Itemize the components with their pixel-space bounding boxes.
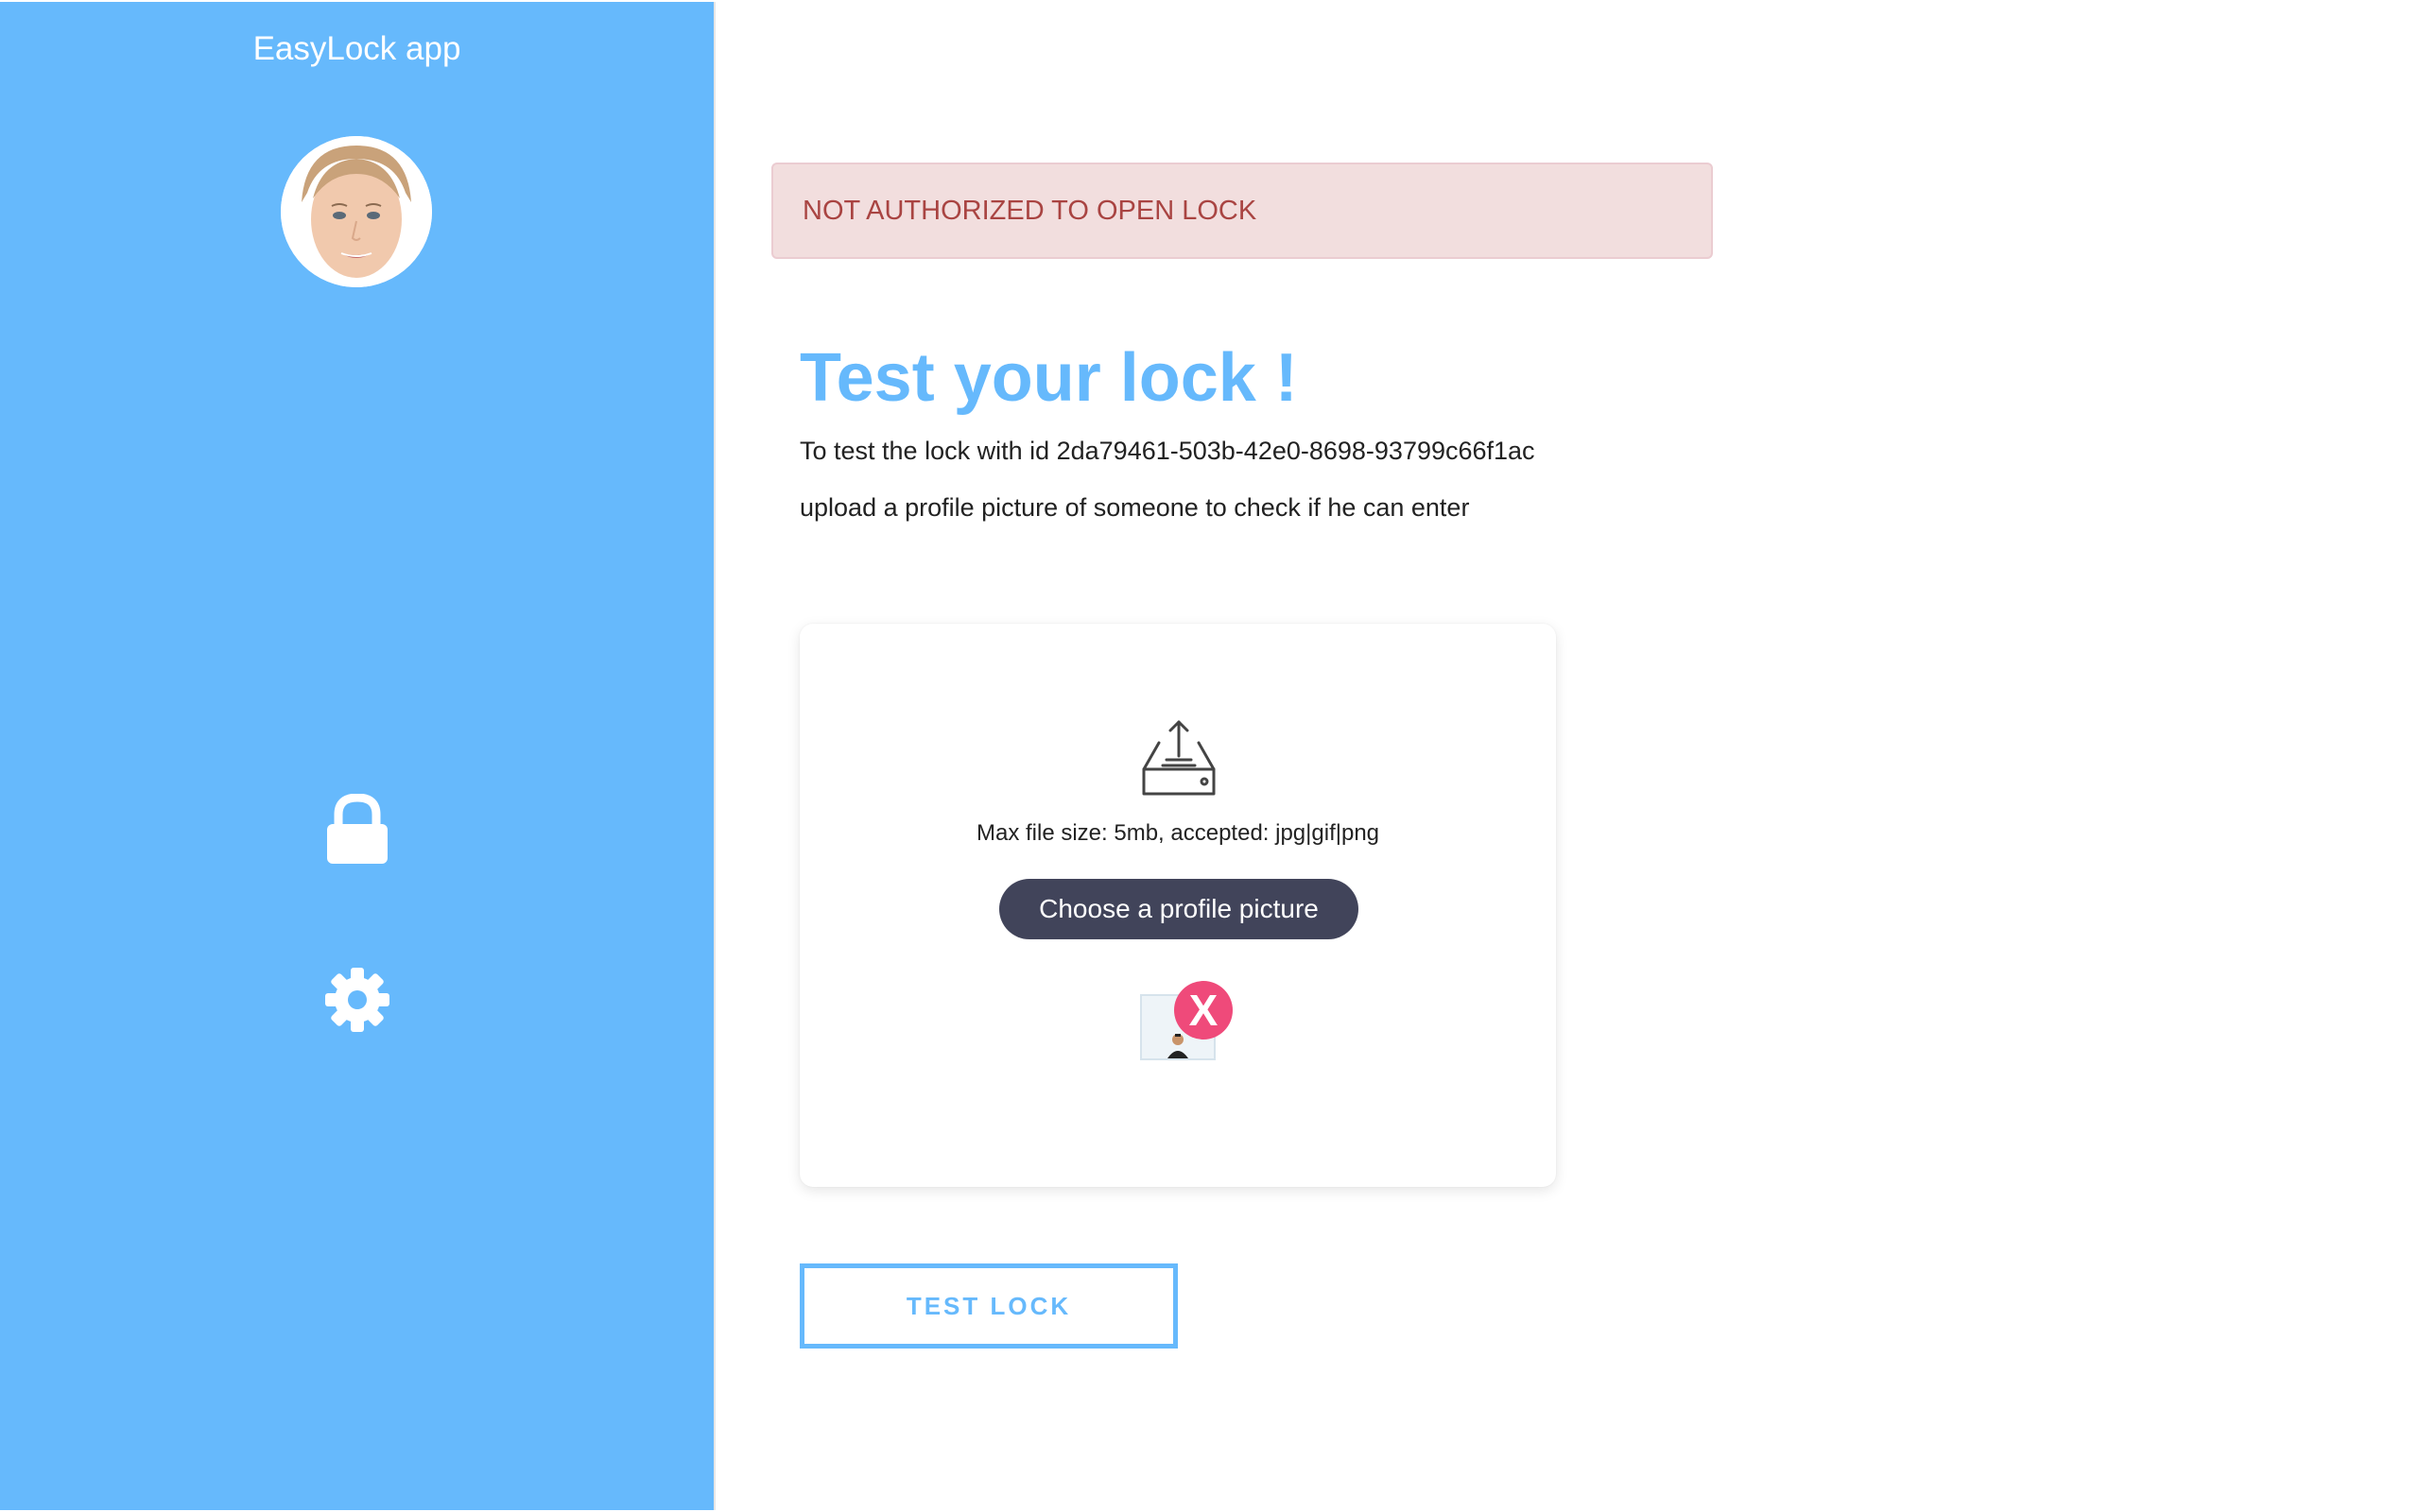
gear-icon[interactable]	[321, 964, 393, 1036]
file-requirements: Max file size: 5mb, accepted: jpg|gif|pn…	[976, 820, 1380, 846]
user-avatar-image	[281, 136, 432, 287]
page-title: Test your lock !	[800, 340, 1298, 416]
alert-message: NOT AUTHORIZED TO OPEN LOCK	[803, 195, 1257, 226]
remove-image-button[interactable]: X	[1174, 981, 1233, 1040]
lock-id-description: To test the lock with id 2da79461-503b-4…	[800, 437, 1535, 465]
error-alert: NOT AUTHORIZED TO OPEN LOCK	[771, 163, 1713, 259]
upload-tray-icon	[1142, 720, 1216, 796]
upload-dropzone[interactable]: Max file size: 5mb, accepted: jpg|gif|pn…	[800, 624, 1556, 1187]
lock-icon[interactable]	[321, 794, 393, 866]
sidebar: EasyLock app	[0, 2, 716, 1510]
test-lock-button[interactable]: TEST LOCK	[800, 1263, 1178, 1349]
app-title: EasyLock app	[252, 30, 461, 67]
upload-instructions: upload a profile picture of someone to c…	[800, 493, 1470, 522]
avatar[interactable]	[281, 136, 432, 287]
choose-picture-button[interactable]: Choose a profile picture	[999, 879, 1358, 939]
